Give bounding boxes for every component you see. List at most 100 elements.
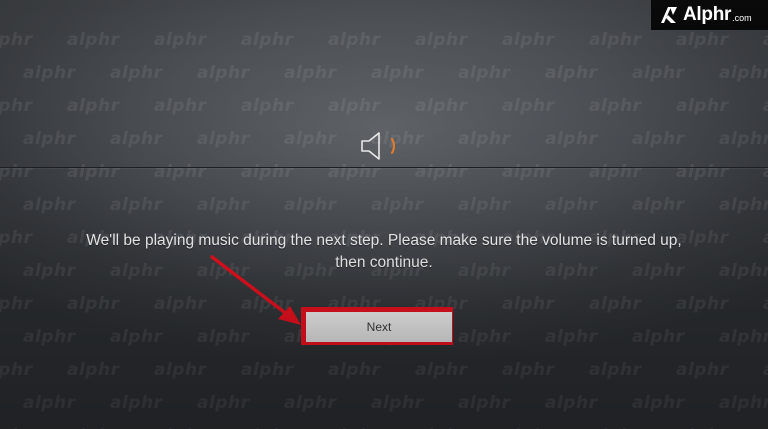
watermark-text: alphr	[241, 30, 294, 50]
alphr-brand-badge: Alphr .com	[651, 0, 768, 30]
watermark-text: alphr	[197, 393, 250, 413]
watermark-text: alphr	[0, 360, 33, 380]
watermark-text: alphr	[763, 162, 768, 182]
watermark-text: alphr	[502, 162, 555, 182]
watermark-text: alphr	[23, 393, 76, 413]
watermark-text: alphr	[23, 195, 76, 215]
watermark-text: alphr	[110, 63, 163, 83]
watermark-text: alphr	[589, 96, 642, 116]
watermark-text: alphr	[0, 162, 33, 182]
watermark-text: alphr	[328, 96, 381, 116]
watermark-text: alphr	[589, 30, 642, 50]
watermark-text: alphr	[23, 261, 76, 281]
watermark-text: alphr	[676, 294, 729, 314]
watermark-text: alphr	[23, 129, 76, 149]
watermark-text: alphr	[23, 63, 76, 83]
watermark-text: alphr	[0, 96, 33, 116]
watermark-text: alphr	[67, 294, 120, 314]
watermark-text: alphr	[545, 63, 598, 83]
watermark-text: alphr	[328, 30, 381, 50]
watermark-text: alphr	[719, 393, 768, 413]
watermark-text: alphr	[632, 393, 685, 413]
watermark-text: alphr	[763, 96, 768, 116]
watermark-text: alphr	[458, 327, 511, 347]
watermark-text: alphr	[0, 294, 33, 314]
volume-prompt-message: We'll be playing music during the next s…	[86, 232, 682, 271]
watermark-text: alphr	[502, 360, 555, 380]
watermark-text: alphr	[676, 360, 729, 380]
watermark-text: alphr	[67, 96, 120, 116]
watermark-text: alphr	[763, 30, 768, 50]
watermark-text: alphr	[719, 327, 768, 347]
watermark-text: alphr	[502, 30, 555, 50]
watermark-text: alphr	[632, 327, 685, 347]
watermark-text: alphr	[371, 63, 424, 83]
watermark-text: alphr	[110, 393, 163, 413]
watermark-text: alphr	[719, 261, 768, 281]
watermark-text: alphr	[719, 63, 768, 83]
watermark-text: alphr	[284, 393, 337, 413]
watermark-text: alphr	[632, 63, 685, 83]
watermark-text: alphr	[589, 360, 642, 380]
watermark-text: alphr	[197, 195, 250, 215]
watermark-text: alphr	[763, 228, 768, 248]
watermark-text: alphr	[241, 162, 294, 182]
watermark-text: alphr	[110, 327, 163, 347]
alphr-logo-icon	[661, 7, 677, 23]
watermark-text: alphr	[154, 96, 207, 116]
watermark-text: alphr	[241, 96, 294, 116]
watermark-text: alphr	[284, 129, 337, 149]
watermark-text: alphr	[67, 162, 120, 182]
watermark-text: alphr	[197, 129, 250, 149]
setup-screen: alphr alphr alphr alphr alphr alphr alphr alphr…	[0, 0, 768, 429]
watermark-text: alphr	[589, 162, 642, 182]
watermark-text: alphr	[415, 360, 468, 380]
watermark-text: alphr	[241, 360, 294, 380]
watermark-text: alphr	[589, 294, 642, 314]
watermark-text: alphr	[0, 30, 33, 50]
red-arrow-icon	[210, 255, 301, 325]
watermark-text: alphr	[284, 195, 337, 215]
watermark-text: alphr	[154, 294, 207, 314]
watermark-text: alphr	[0, 228, 33, 248]
watermark-text: alphr	[545, 327, 598, 347]
watermark-text: alphr	[154, 30, 207, 50]
watermark-text: alphr	[415, 96, 468, 116]
watermark-layer: alphr alphr alphr alphr alphr alphr alphr alphr…	[0, 0, 768, 429]
watermark-text: alphr	[676, 162, 729, 182]
watermark-text: alphr	[197, 63, 250, 83]
watermark-text: alphr	[328, 162, 381, 182]
watermark-text: alphr	[676, 96, 729, 116]
watermark-text: alphr	[154, 360, 207, 380]
watermark-text: alphr	[545, 129, 598, 149]
brand-tld: .com	[732, 13, 752, 23]
watermark-text: alphr	[632, 129, 685, 149]
watermark-text: alphr	[328, 360, 381, 380]
watermark-text: alphr	[502, 96, 555, 116]
watermark-text: alphr	[502, 294, 555, 314]
watermark-text: alphr	[110, 195, 163, 215]
watermark-text: alphr	[67, 30, 120, 50]
watermark-text: alphr	[415, 30, 468, 50]
watermark-text: alphr	[632, 195, 685, 215]
speaker-icon	[361, 132, 395, 160]
watermark-text: alphr	[458, 393, 511, 413]
watermark-text: alphr	[458, 63, 511, 83]
watermark-text: alphr	[545, 393, 598, 413]
watermark-text: alphr	[719, 195, 768, 215]
next-button[interactable]: Next	[306, 312, 452, 342]
watermark-text: alphr	[23, 327, 76, 347]
watermark-text: alphr	[110, 129, 163, 149]
watermark-text: alphr	[545, 195, 598, 215]
watermark-text: alphr	[284, 63, 337, 83]
screen-divider	[0, 167, 768, 168]
watermark-text: alphr	[763, 360, 768, 380]
watermark-text: alphr	[197, 327, 250, 347]
watermark-text: alphr	[371, 393, 424, 413]
watermark-text: alphr	[415, 162, 468, 182]
watermark-text: alphr	[763, 294, 768, 314]
watermark-text: alphr	[371, 195, 424, 215]
watermark-text: alphr	[458, 129, 511, 149]
watermark-text: alphr	[67, 360, 120, 380]
watermark-text: alphr	[719, 129, 768, 149]
